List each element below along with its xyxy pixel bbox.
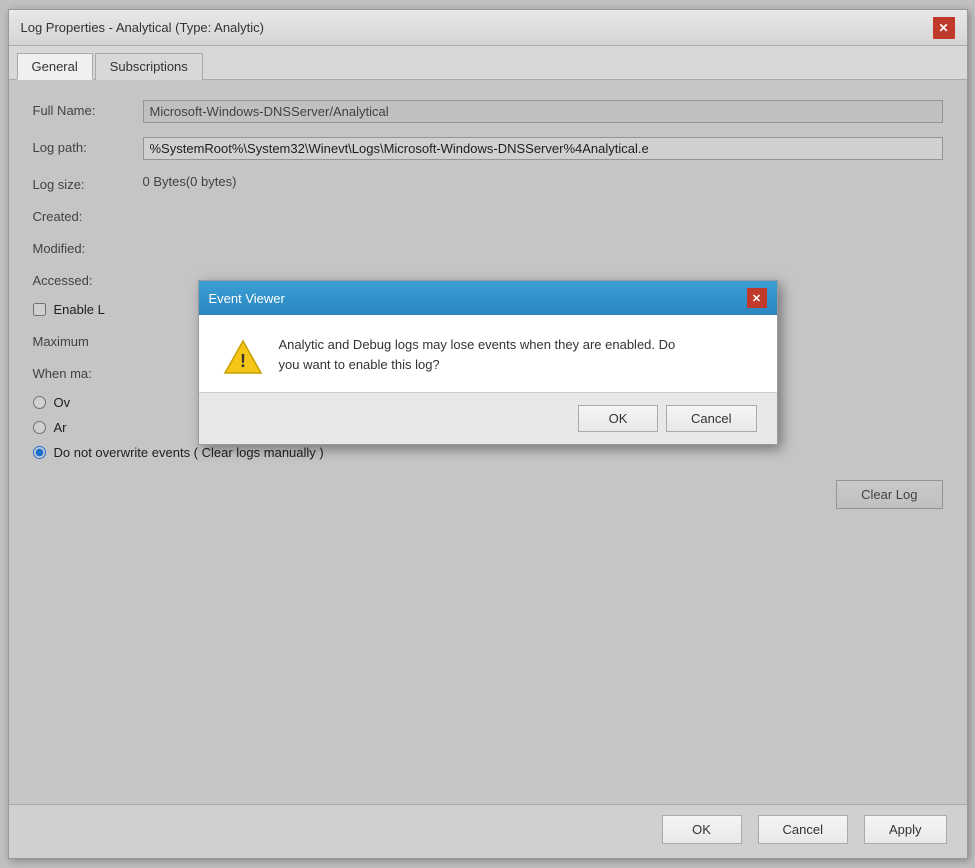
dialog-body: ! Analytic and Debug logs may lose event…	[199, 315, 777, 392]
dialog-close-button[interactable]: ✕	[747, 288, 767, 308]
main-window: Log Properties - Analytical (Type: Analy…	[8, 9, 968, 859]
dialog-title-bar: Event Viewer ✕	[199, 281, 777, 315]
event-viewer-dialog: Event Viewer ✕ ! Analytic and Debug logs	[198, 280, 778, 445]
apply-button[interactable]: Apply	[864, 815, 947, 844]
dialog-cancel-button[interactable]: Cancel	[666, 405, 756, 432]
dialog-message: Analytic and Debug logs may lose events …	[279, 335, 676, 374]
ok-button[interactable]: OK	[662, 815, 742, 844]
dialog-ok-button[interactable]: OK	[578, 405, 658, 432]
cancel-button[interactable]: Cancel	[758, 815, 848, 844]
overlay: Event Viewer ✕ ! Analytic and Debug logs	[9, 80, 967, 804]
warning-icon: !	[223, 335, 263, 380]
title-bar: Log Properties - Analytical (Type: Analy…	[9, 10, 967, 46]
window-close-button[interactable]: ✕	[933, 17, 955, 39]
window-title: Log Properties - Analytical (Type: Analy…	[21, 20, 265, 35]
tab-subscriptions[interactable]: Subscriptions	[95, 53, 203, 80]
tab-general[interactable]: General	[17, 53, 93, 80]
content-area: Full Name: Microsoft-Windows-DNSServer/A…	[9, 80, 967, 804]
svg-text:!: !	[240, 351, 246, 371]
main-footer: OK Cancel Apply	[9, 804, 967, 858]
dialog-title: Event Viewer	[209, 291, 285, 306]
tabs-row: General Subscriptions	[9, 46, 967, 80]
dialog-footer: OK Cancel	[199, 392, 777, 444]
